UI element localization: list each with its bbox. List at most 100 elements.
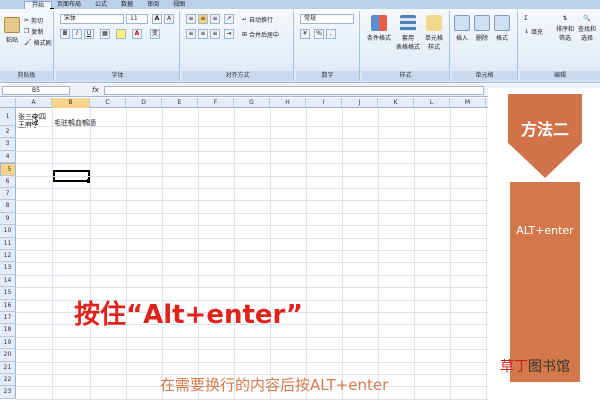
column-gridline — [52, 108, 53, 400]
tab-view[interactable]: 视图 — [166, 1, 192, 9]
clipboard-group-label: 剪贴板 — [0, 71, 53, 81]
instruction-text: 在需要换行的内容后按ALT+enter — [160, 376, 389, 394]
ribbon-tabs: 开始 插入 页面布局 公式 数据 审阅 视图 — [0, 0, 600, 12]
row-header-13[interactable]: 13 — [0, 262, 16, 275]
number-format-select[interactable]: 常规 — [300, 14, 354, 24]
format-cells-button[interactable]: 格式 — [494, 15, 510, 42]
font-size-select[interactable]: 11 — [126, 14, 148, 24]
cut-button[interactable]: ✂ 剪切 — [24, 16, 43, 25]
tab-formulas[interactable]: 公式 — [88, 1, 114, 9]
column-header-a[interactable]: A — [16, 98, 52, 108]
row-header-20[interactable]: 20 — [0, 349, 16, 362]
column-gridline — [414, 108, 415, 400]
format-as-table-button[interactable]: 套用 表格格式 — [396, 15, 420, 51]
table-icon — [400, 15, 416, 31]
name-box[interactable]: B5 — [2, 86, 70, 95]
column-gridline — [234, 108, 235, 400]
row-header-6[interactable]: 6 — [0, 175, 16, 188]
underline-button[interactable]: U — [84, 29, 94, 39]
formula-input[interactable] — [104, 86, 484, 95]
tab-data[interactable]: 数据 — [114, 1, 140, 9]
shrink-font-button[interactable]: A — [164, 14, 174, 24]
align-top-icon[interactable]: ≡ — [186, 14, 196, 24]
delete-cells-button[interactable]: 删除 — [474, 15, 490, 42]
column-header-j[interactable]: J — [342, 98, 378, 108]
italic-button[interactable]: I — [72, 29, 82, 39]
column-header-e[interactable]: E — [162, 98, 198, 108]
fx-icon[interactable]: fx — [92, 86, 99, 94]
column-gridline — [162, 108, 163, 400]
merge-center-button[interactable]: ⊞ 合并后居中 — [242, 30, 279, 39]
row-header-17[interactable]: 17 — [0, 312, 16, 325]
grow-font-button[interactable]: A — [152, 14, 162, 24]
column-header-g[interactable]: G — [234, 98, 270, 108]
insert-cells-button[interactable]: 插入 — [454, 15, 470, 42]
column-gridline — [270, 108, 271, 400]
align-center-icon[interactable]: ≡ — [198, 29, 208, 39]
format-painter-button[interactable]: 🖌 格式刷 — [24, 38, 52, 47]
sort-filter-button[interactable]: ⇅ 排序和 筛选 — [556, 15, 574, 42]
column-header-f[interactable]: F — [198, 98, 234, 108]
column-header-d[interactable]: D — [126, 98, 162, 108]
tab-review[interactable]: 审阅 — [140, 1, 166, 9]
column-header-b[interactable]: B — [52, 98, 90, 108]
phonetic-button[interactable]: 变 — [150, 29, 160, 39]
fill-button[interactable]: ↓ 填充 — [524, 27, 543, 36]
row-header-1[interactable]: 1 — [0, 108, 16, 126]
autosum-button[interactable]: Σ — [524, 15, 528, 22]
row-header-8[interactable]: 8 — [0, 200, 16, 213]
column-header-i[interactable]: I — [306, 98, 342, 108]
row-header-16[interactable]: 16 — [0, 299, 16, 312]
orientation-icon[interactable]: ↗ — [224, 14, 234, 24]
column-header-h[interactable]: H — [270, 98, 306, 108]
border-icon[interactable]: ▦ — [100, 29, 110, 39]
row-header-4[interactable]: 4 — [0, 150, 16, 164]
row-header-15[interactable]: 15 — [0, 287, 16, 300]
currency-icon[interactable]: ¥ — [300, 29, 310, 39]
conditional-format-button[interactable]: 条件格式 — [366, 15, 392, 42]
percent-button[interactable]: % — [314, 29, 324, 39]
row-header-19[interactable]: 19 — [0, 336, 16, 350]
indent-icon[interactable]: ⇥ — [224, 29, 234, 39]
align-bottom-icon[interactable]: ≡ — [210, 14, 220, 24]
wrap-text-button[interactable]: ↵ 自动换行 — [242, 15, 273, 24]
row-header-14[interactable]: 14 — [0, 274, 16, 288]
tab-home[interactable]: 开始 — [24, 1, 55, 12]
column-header-k[interactable]: K — [378, 98, 414, 108]
font-color-icon[interactable]: A — [132, 29, 142, 39]
column-header-c[interactable]: C — [90, 98, 126, 108]
row-header-11[interactable]: 11 — [0, 237, 16, 250]
font-name-select[interactable]: 宋体 — [60, 14, 124, 24]
align-right-icon[interactable]: ≡ — [210, 29, 220, 39]
column-header-m[interactable]: M — [450, 98, 486, 108]
row-header-7[interactable]: 7 — [0, 188, 16, 201]
styles-group: 条件格式 套用 表格格式 单元格 样式 样式 — [362, 11, 450, 81]
row-header-5[interactable]: 5 — [0, 163, 16, 176]
select-all-corner[interactable] — [0, 98, 16, 108]
comma-button[interactable]: , — [326, 29, 336, 39]
cell-styles-button[interactable]: 单元格 样式 — [422, 15, 446, 51]
tab-page-layout[interactable]: 页面布局 — [50, 1, 88, 9]
row-header-3[interactable]: 3 — [0, 138, 16, 151]
find-select-button[interactable]: 🔍 查找和 选择 — [578, 15, 596, 42]
row-header-18[interactable]: 18 — [0, 324, 16, 337]
row-header-22[interactable]: 22 — [0, 374, 16, 387]
row-header-2[interactable]: 2 — [0, 126, 16, 139]
fill-color-icon[interactable] — [116, 29, 126, 39]
editing-group-label: 编辑 — [520, 71, 600, 81]
align-middle-icon[interactable]: ≡ — [198, 14, 208, 24]
align-left-icon[interactable]: ≡ — [186, 29, 196, 39]
column-gridline — [90, 108, 91, 400]
row-header-23[interactable]: 23 — [0, 386, 16, 399]
column-gridline — [342, 108, 343, 400]
row-header-9[interactable]: 9 — [0, 212, 16, 226]
row-header-10[interactable]: 10 — [0, 225, 16, 238]
copy-button[interactable]: ❐ 复制 — [24, 27, 43, 36]
paste-button[interactable]: 粘贴 — [4, 17, 20, 44]
sort-icon: ⇅ — [562, 15, 568, 22]
bold-button[interactable]: B — [60, 29, 70, 39]
font-group-label: 字体 — [56, 71, 179, 81]
column-header-l[interactable]: L — [414, 98, 450, 108]
row-header-21[interactable]: 21 — [0, 361, 16, 374]
row-header-12[interactable]: 12 — [0, 250, 16, 263]
